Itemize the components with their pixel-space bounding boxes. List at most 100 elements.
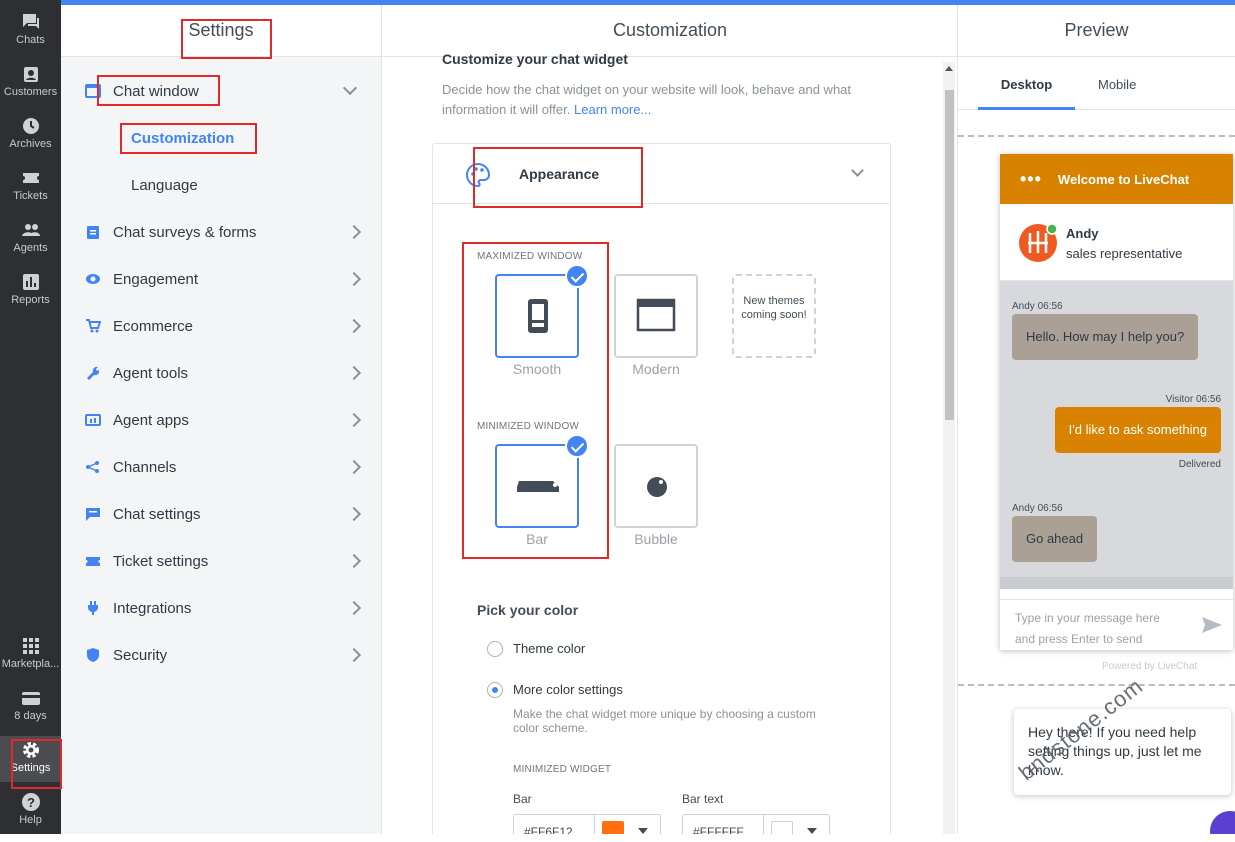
menu-chat-surveys[interactable]: Chat surveys & forms — [61, 212, 381, 252]
minimized-bubble-tile[interactable] — [614, 444, 698, 528]
window-icon — [636, 298, 676, 332]
chat-widget-preview: ••• Welcome to LiveChat Andy sales repre… — [1000, 154, 1233, 650]
bar-text-color-swatch[interactable] — [771, 821, 793, 834]
help-icon: ? — [21, 793, 40, 811]
preview-frame-bottom — [958, 684, 1235, 686]
powered-by: Powered by LiveChat — [1102, 661, 1198, 672]
theme-smooth-tile[interactable] — [495, 264, 589, 358]
chevron-down-icon — [851, 164, 864, 177]
menu-label: Security — [113, 646, 168, 664]
svg-text:?: ? — [27, 795, 35, 810]
nav-agents[interactable]: Agents — [0, 220, 61, 270]
chevron-right-icon — [346, 506, 362, 522]
nav-label: Customers — [3, 86, 58, 98]
preview-tabs: Desktop Mobile — [958, 62, 1235, 110]
nav-label: Chats — [16, 34, 45, 46]
more-color-label: More color settings — [513, 682, 623, 697]
tab-mobile[interactable]: Mobile — [1098, 62, 1136, 110]
palette-icon — [466, 162, 491, 188]
agent-message: Go ahead — [1012, 516, 1098, 562]
customers-icon — [23, 67, 38, 82]
plug-icon — [88, 601, 98, 615]
reports-icon — [22, 274, 39, 290]
nav-settings[interactable]: Settings — [0, 736, 61, 782]
more-color-radio[interactable] — [487, 682, 503, 698]
dropdown-arrow-icon[interactable] — [638, 828, 648, 834]
nav-archives[interactable]: Archives — [0, 116, 61, 166]
nav-label: Archives — [9, 138, 52, 150]
bar-text-color-field[interactable]: #FFFFFF — [682, 814, 830, 834]
send-icon[interactable] — [1201, 616, 1223, 634]
widget-title: Welcome to LiveChat — [1057, 171, 1190, 187]
tile-label-smooth: Smooth — [512, 361, 562, 377]
theme-color-radio[interactable] — [487, 641, 503, 657]
nav-marketplace[interactable]: Marketpla... — [0, 636, 61, 686]
chevron-right-icon — [346, 553, 362, 569]
chevron-right-icon — [346, 412, 362, 428]
theme-color-label: Theme color — [513, 641, 586, 656]
nav-tickets[interactable]: Tickets — [0, 168, 61, 218]
center-scrollbar[interactable] — [943, 62, 955, 834]
bar-icon — [517, 481, 559, 492]
window-icon — [85, 84, 101, 98]
more-icon[interactable]: ••• — [1020, 170, 1042, 188]
menu-security[interactable]: Security — [61, 635, 381, 675]
new-themes-tile: New themes coming soon! — [732, 274, 816, 358]
more-color-description: Make the chat widget more unique by choo… — [513, 707, 816, 735]
dropdown-arrow-icon[interactable] — [807, 828, 817, 834]
nav-trial[interactable]: 8 days — [0, 688, 61, 738]
wrench-icon — [87, 366, 100, 380]
chevron-right-icon — [346, 459, 362, 475]
scrollbar-thumb[interactable] — [945, 90, 954, 420]
nav-label: Marketpla... — [1, 658, 60, 670]
appearance-card: Appearance MAXIMIZED WINDOW Smooth Moder… — [432, 143, 891, 834]
settings-title: Settings — [61, 5, 381, 57]
menu-integrations[interactable]: Integrations — [61, 588, 381, 628]
bar-color-field[interactable]: #FF6F12 — [513, 814, 661, 834]
nav-help[interactable]: ? Help — [0, 792, 61, 842]
bar-color-swatch[interactable] — [602, 821, 624, 834]
gear-icon — [22, 742, 39, 758]
menu-label: Chat window — [113, 82, 199, 100]
chevron-right-icon — [346, 224, 362, 240]
assistant-launcher-icon[interactable] — [1210, 811, 1235, 834]
agent-message: Hello. How may I help you? — [1012, 314, 1199, 360]
agents-icon — [21, 224, 40, 236]
menu-ticket-settings[interactable]: Ticket settings — [61, 541, 381, 581]
menu-engagement[interactable]: Engagement — [61, 259, 381, 299]
menu-agent-tools[interactable]: Agent tools — [61, 353, 381, 393]
message-input[interactable]: Type in your message here and press Ente… — [1015, 608, 1160, 650]
channels-icon — [86, 461, 99, 473]
menu-chat-settings[interactable]: Chat settings — [61, 494, 381, 534]
theme-modern-tile[interactable] — [614, 274, 698, 358]
bubble-icon — [647, 477, 667, 497]
message-composer: Type in your message here and press Ente… — [1000, 599, 1233, 650]
tab-desktop[interactable]: Desktop — [978, 62, 1075, 110]
chevron-right-icon — [346, 600, 362, 616]
nav-reports[interactable]: Reports — [0, 272, 61, 322]
nav-customers[interactable]: Customers — [0, 64, 61, 114]
menu-ecommerce[interactable]: Ecommerce — [61, 306, 381, 346]
submenu-language[interactable]: Language — [131, 177, 198, 194]
shield-icon — [87, 648, 99, 662]
appearance-header[interactable]: Appearance — [433, 144, 890, 204]
menu-chat-window[interactable]: Chat window — [61, 71, 381, 111]
menu-agent-apps[interactable]: Agent apps — [61, 400, 381, 440]
pick-color-heading: Pick your color — [477, 602, 579, 618]
learn-more-link[interactable]: Learn more... — [574, 102, 651, 117]
customization-column: Customization Customize your chat widget… — [382, 5, 958, 834]
divider — [594, 815, 595, 834]
submenu-customization[interactable]: Customization — [131, 130, 234, 147]
customization-title: Customization — [382, 5, 957, 57]
ticket-icon — [86, 557, 100, 566]
phone-icon — [528, 299, 548, 333]
chevron-right-icon — [346, 318, 362, 334]
divider — [763, 815, 764, 834]
customize-heading: Customize your chat widget — [442, 51, 628, 67]
menu-channels[interactable]: Channels — [61, 447, 381, 487]
chevron-down-icon — [342, 80, 358, 96]
minimized-bar-tile[interactable] — [495, 434, 589, 528]
scroll-up-icon[interactable] — [945, 66, 953, 71]
nav-label: 8 days — [14, 710, 47, 722]
nav-chats[interactable]: Chats — [0, 12, 61, 62]
